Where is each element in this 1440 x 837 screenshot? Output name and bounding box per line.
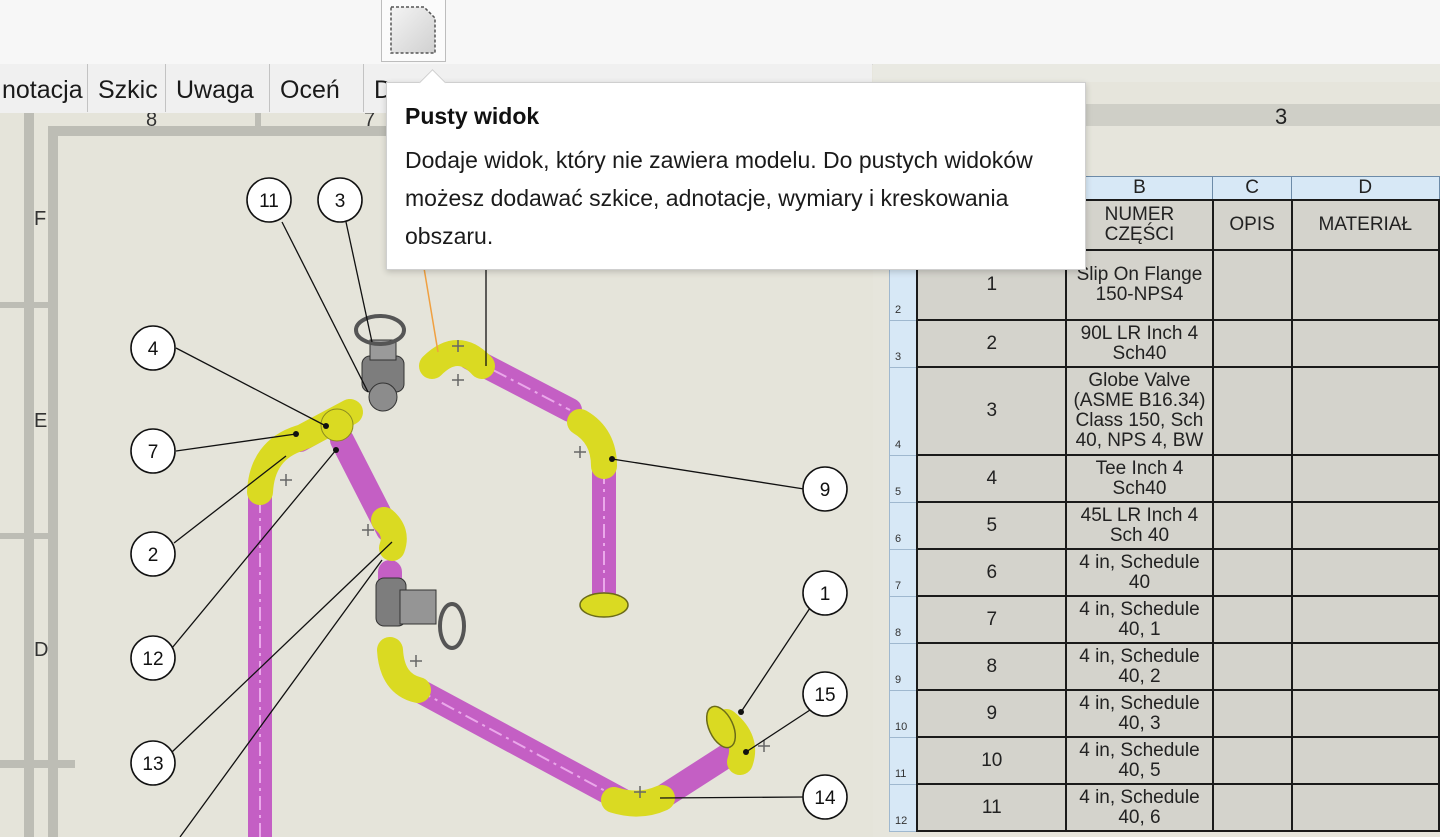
header-part-number[interactable]: NUMER CZĘŚCI: [1065, 199, 1214, 251]
description-cell[interactable]: [1211, 689, 1293, 738]
blank-view-tooltip: Pusty widok Dodaje widok, który nie zawi…: [386, 82, 1086, 270]
row-number[interactable]: 3: [889, 319, 918, 368]
row-number[interactable]: 4: [889, 366, 918, 456]
item-number[interactable]: 7: [916, 595, 1068, 644]
item-number[interactable]: 5: [916, 501, 1068, 550]
row-number[interactable]: 9: [889, 642, 918, 691]
tab-evaluate[interactable]: Oceń: [270, 64, 364, 112]
material-cell[interactable]: [1290, 319, 1440, 368]
tab-annotation[interactable]: notacja: [0, 64, 88, 112]
item-number[interactable]: 8: [916, 642, 1068, 691]
material-cell[interactable]: [1290, 642, 1440, 691]
row-number[interactable]: 11: [889, 736, 918, 785]
zone-letter-f: F: [34, 208, 46, 230]
part-number[interactable]: 4 in, Schedule 40, 5: [1065, 736, 1214, 785]
item-number[interactable]: 6: [916, 548, 1068, 597]
item-number[interactable]: 3: [916, 366, 1068, 456]
material-cell[interactable]: [1290, 501, 1440, 550]
part-number[interactable]: Slip On Flange 150-NPS4: [1065, 249, 1214, 321]
item-number[interactable]: 10: [916, 736, 1068, 785]
material-cell[interactable]: [1290, 736, 1440, 785]
header-description[interactable]: OPIS: [1211, 199, 1293, 251]
globe-valve-upper: [354, 314, 406, 412]
balloon-12-label: 12: [142, 649, 163, 670]
material-cell[interactable]: [1290, 249, 1440, 321]
tooltip-description: Dodaje widok, który nie zawiera modelu. …: [405, 147, 1033, 249]
description-cell[interactable]: [1211, 548, 1293, 597]
balloon-11-label: 11: [259, 191, 279, 212]
balloon-2-label: 2: [148, 545, 159, 566]
part-number[interactable]: 4 in, Schedule 40: [1065, 548, 1214, 597]
description-cell[interactable]: [1211, 319, 1293, 368]
material-cell[interactable]: [1290, 366, 1440, 456]
tab-sketch[interactable]: Szkic: [88, 64, 166, 112]
material-cell[interactable]: [1290, 783, 1440, 832]
description-cell[interactable]: [1211, 366, 1293, 456]
row-number[interactable]: 8: [889, 595, 918, 644]
balloon-13-label: 13: [142, 754, 163, 775]
zone-number-3: 3: [1275, 104, 1288, 129]
part-number[interactable]: 4 in, Schedule 40, 1: [1065, 595, 1214, 644]
part-number[interactable]: 4 in, Schedule 40, 3: [1065, 689, 1214, 738]
material-cell[interactable]: [1290, 454, 1440, 503]
part-number[interactable]: 45L LR Inch 4 Sch 40: [1065, 501, 1214, 550]
part-number[interactable]: Tee Inch 4 Sch40: [1065, 454, 1214, 503]
description-cell[interactable]: [1211, 454, 1293, 503]
balloon-14-label: 14: [814, 788, 836, 809]
item-number[interactable]: 2: [916, 319, 1068, 368]
zone-number-7: 7: [364, 113, 375, 131]
part-number[interactable]: Globe Valve (ASME B16.34) Class 150, Sch…: [1065, 366, 1214, 456]
row-number[interactable]: 10: [889, 689, 918, 738]
zone-letter-e: E: [34, 410, 47, 432]
column-letter-d[interactable]: D: [1291, 176, 1440, 201]
balloon-3-label: 3: [335, 191, 346, 212]
column-letter-b[interactable]: B: [1065, 176, 1214, 201]
balloon-9-label: 9: [820, 480, 831, 501]
balloon-4-label: 4: [148, 339, 159, 360]
zone-letter-d: D: [34, 639, 48, 661]
bill-of-materials-table[interactable]: B C D NUMER CZĘŚCI OPIS MATERIAŁ 2 1 Sli…: [889, 176, 1440, 832]
part-number[interactable]: 4 in, Schedule 40, 6: [1065, 783, 1214, 832]
row-number[interactable]: 5: [889, 454, 918, 503]
row-number[interactable]: 6: [889, 501, 918, 550]
part-number[interactable]: 90L LR Inch 4 Sch40: [1065, 319, 1214, 368]
description-cell[interactable]: [1211, 642, 1293, 691]
item-number[interactable]: 4: [916, 454, 1068, 503]
blank-view-button[interactable]: [381, 0, 446, 62]
tab-markup[interactable]: Uwaga: [166, 64, 270, 112]
zone-number-8: 8: [146, 113, 157, 131]
row-number[interactable]: 7: [889, 548, 918, 597]
balloon-1-label: 1: [820, 584, 831, 605]
command-toolbar: [0, 0, 1440, 65]
header-material[interactable]: MATERIAŁ: [1290, 199, 1440, 251]
description-cell[interactable]: [1211, 501, 1293, 550]
item-number[interactable]: 9: [916, 689, 1068, 738]
tooltip-title: Pusty widok: [405, 103, 540, 129]
item-number[interactable]: 11: [916, 783, 1068, 832]
description-cell[interactable]: [1211, 736, 1293, 785]
material-cell[interactable]: [1290, 548, 1440, 597]
material-cell[interactable]: [1290, 595, 1440, 644]
balloon-7-label: 7: [148, 442, 159, 463]
column-letter-c[interactable]: C: [1212, 176, 1293, 201]
description-cell[interactable]: [1211, 249, 1293, 321]
description-cell[interactable]: [1211, 783, 1293, 832]
part-number[interactable]: 4 in, Schedule 40, 2: [1065, 642, 1214, 691]
material-cell[interactable]: [1290, 689, 1440, 738]
row-number[interactable]: 12: [889, 783, 918, 832]
description-cell[interactable]: [1211, 595, 1293, 644]
balloon-15-label: 15: [814, 685, 835, 706]
blank-view-icon: [390, 6, 436, 54]
top-ruler: [873, 64, 1440, 83]
